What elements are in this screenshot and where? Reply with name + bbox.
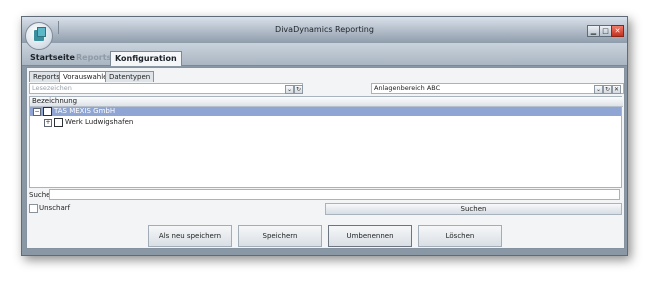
area-combo[interactable]: Anlagenbereich ABC ⌄ ↻ ✕	[371, 83, 624, 94]
tab-reports[interactable]: Reports	[76, 53, 111, 62]
tree-row-label: Werk Ludwigshafen	[65, 118, 134, 126]
title-bar: DivaDynamics Reporting ▁ □ ✕	[22, 17, 627, 43]
rename-button[interactable]: Umbenennen	[328, 225, 412, 247]
ribbon: Startseite Reports Konfiguration	[22, 43, 627, 66]
tree-row[interactable]: + Werk Ludwigshafen	[30, 118, 621, 127]
row-checkbox[interactable]	[54, 118, 63, 127]
status-bar	[22, 249, 627, 255]
tree-list: Bezeichnung − TAS MEXIS GmbH + Werk Ludw…	[29, 96, 623, 188]
search-button[interactable]: Suchen	[325, 203, 622, 215]
window-title: DivaDynamics Reporting	[275, 25, 374, 34]
close-button[interactable]: ✕	[611, 25, 624, 37]
fuzzy-label: Unscharf	[39, 204, 71, 212]
tab-startseite[interactable]: Startseite	[30, 53, 75, 62]
chevron-down-icon[interactable]: ⌄	[285, 85, 294, 94]
refresh-icon[interactable]: ↻	[603, 85, 612, 94]
app-menu-button[interactable]	[25, 22, 53, 50]
bookmark-placeholder: Lesezeichen	[32, 84, 72, 92]
delete-button[interactable]: Löschen	[418, 225, 502, 247]
save-button[interactable]: Speichern	[238, 225, 322, 247]
refresh-icon[interactable]: ↻	[294, 85, 303, 94]
search-input[interactable]	[49, 189, 620, 200]
row-checkbox[interactable]	[43, 107, 52, 116]
config-panel: Reports Vorauswahlen Datentypen Lesezeic…	[26, 67, 625, 249]
tree-row-label: TAS MEXIS GmbH	[54, 107, 116, 115]
area-combo-value: Anlagenbereich ABC	[374, 84, 441, 92]
save-as-new-button[interactable]: Als neu speichern	[148, 225, 232, 247]
collapse-icon[interactable]: −	[33, 108, 41, 116]
close-icon[interactable]: ✕	[612, 85, 621, 94]
tab-konfiguration[interactable]: Konfiguration	[110, 51, 182, 66]
bookmark-combo[interactable]: Lesezeichen ⌄ ↻	[29, 83, 303, 94]
tree-row[interactable]: − TAS MEXIS GmbH	[30, 107, 621, 116]
app-window: DivaDynamics Reporting ▁ □ ✕ Startseite …	[21, 16, 628, 256]
subtab-datentypen[interactable]: Datentypen	[105, 71, 155, 82]
chevron-down-icon[interactable]: ⌄	[594, 85, 603, 94]
app-logo-icon	[34, 27, 46, 41]
expand-icon[interactable]: +	[44, 119, 52, 127]
fuzzy-checkbox[interactable]	[29, 204, 38, 213]
column-header-bezeichnung[interactable]: Bezeichnung	[30, 97, 623, 107]
